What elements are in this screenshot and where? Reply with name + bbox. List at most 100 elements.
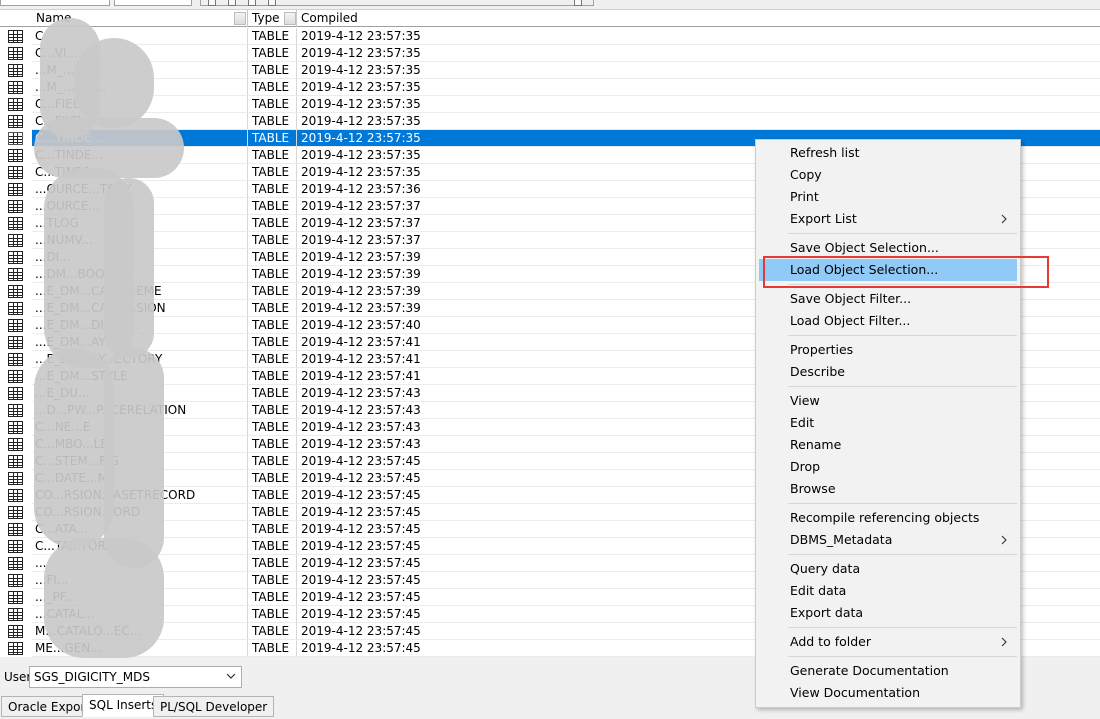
- row-icon-cell: [0, 640, 32, 657]
- object-type: TABLE: [248, 164, 297, 181]
- menu-item-copy[interactable]: Copy: [759, 164, 1017, 186]
- object-type: TABLE: [248, 504, 297, 521]
- column-resize-grip[interactable]: [284, 12, 296, 25]
- table-icon: [8, 149, 23, 162]
- row-icon-cell: [0, 198, 32, 215]
- object-compiled: 2019-4-12 23:57:35: [297, 113, 1100, 130]
- menu-item-recompile-referencing-objects[interactable]: Recompile referencing objects: [759, 507, 1017, 529]
- menu-item-view-documentation[interactable]: View Documentation: [759, 682, 1017, 704]
- column-header-name[interactable]: Name: [32, 10, 248, 27]
- row-icon-cell: [0, 487, 32, 504]
- table-row[interactable]: ...M_...ORY TABLE 2019-4-12 23:57:35: [0, 62, 1100, 79]
- toolbar-button[interactable]: [208, 0, 216, 6]
- menu-item-label: Export data: [790, 605, 864, 620]
- object-name: C: [32, 28, 248, 45]
- table-icon: [8, 268, 23, 281]
- object-name: C...NE...E: [32, 419, 248, 436]
- row-icon-cell: [0, 266, 32, 283]
- menu-item-refresh-list[interactable]: Refresh list: [759, 142, 1017, 164]
- object-name: ...M_...ORY: [32, 62, 248, 79]
- object-type: TABLE: [248, 470, 297, 487]
- menu-item-load-object-selection[interactable]: Load Object Selection...: [759, 259, 1017, 281]
- toolbar-filter-box-2[interactable]: [114, 0, 192, 6]
- table-icon: [8, 608, 23, 621]
- object-type: TABLE: [248, 572, 297, 589]
- menu-item-generate-documentation[interactable]: Generate Documentation: [759, 660, 1017, 682]
- object-type: TABLE: [248, 640, 297, 657]
- object-type: TABLE: [248, 283, 297, 300]
- table-icon: [8, 455, 23, 468]
- user-label: User: [4, 670, 32, 684]
- menu-item-label: Export List: [790, 211, 857, 226]
- table-icon: [8, 336, 23, 349]
- table-icon: [8, 438, 23, 451]
- menu-item-label: View Documentation: [790, 685, 920, 700]
- row-icon-cell: [0, 334, 32, 351]
- menu-item-query-data[interactable]: Query data: [759, 558, 1017, 580]
- row-icon-cell: [0, 572, 32, 589]
- table-icon: [8, 540, 23, 553]
- table-icon: [8, 64, 23, 77]
- row-icon-cell: [0, 521, 32, 538]
- chevron-right-icon: [1001, 637, 1007, 647]
- menu-item-label: Load Object Filter...: [790, 313, 911, 328]
- table-row[interactable]: ...M_...EDI... TABLE 2019-4-12 23:57:35: [0, 79, 1100, 96]
- object-name: M...CATALO...EC...: [32, 623, 248, 640]
- table-row[interactable]: C...VI... TABLE 2019-4-12 23:57:35: [0, 45, 1100, 62]
- object-name: ...CATAL...: [32, 606, 248, 623]
- menu-item-export-list[interactable]: Export List: [759, 208, 1017, 230]
- object-type: TABLE: [248, 96, 297, 113]
- table-icon: [8, 319, 23, 332]
- column-header-compiled[interactable]: Compiled: [297, 10, 1100, 27]
- object-name: C...DATE...ME: [32, 470, 248, 487]
- menu-item-add-to-folder[interactable]: Add to folder: [759, 631, 1017, 653]
- toolbar-button[interactable]: [248, 0, 256, 6]
- user-select[interactable]: SGS_DIGICITY_MDS: [29, 666, 242, 688]
- row-icon-cell: [0, 317, 32, 334]
- table-row[interactable]: C TABLE 2019-4-12 23:57:35: [0, 28, 1100, 45]
- menu-item-dbms-metadata[interactable]: DBMS_Metadata: [759, 529, 1017, 551]
- toolbar-button[interactable]: [574, 0, 582, 6]
- tab-plsql-developer[interactable]: PL/SQL Developer: [153, 696, 275, 717]
- object-type: TABLE: [248, 555, 297, 572]
- menu-item-print[interactable]: Print: [759, 186, 1017, 208]
- table-icon: [8, 30, 23, 43]
- tab-label: Oracle Export: [8, 700, 91, 714]
- toolbar-button-strip: [200, 0, 594, 6]
- row-icon-cell: [0, 113, 32, 130]
- object-name: CO...RSION...ORD: [32, 504, 248, 521]
- toolbar-button[interactable]: [228, 0, 236, 6]
- menu-separator: [788, 284, 1017, 285]
- menu-item-export-data[interactable]: Export data: [759, 602, 1017, 624]
- menu-item-view[interactable]: View: [759, 390, 1017, 412]
- menu-item-label: DBMS_Metadata: [790, 532, 893, 547]
- table-icon: [8, 217, 23, 230]
- object-type: TABLE: [248, 538, 297, 555]
- toolbar-filter-box[interactable]: [0, 0, 110, 6]
- toolbar-button[interactable]: [268, 0, 276, 6]
- object-name: C...VI...: [32, 45, 248, 62]
- table-icon: [8, 506, 23, 519]
- table-icon: [8, 370, 23, 383]
- menu-item-describe[interactable]: Describe: [759, 361, 1017, 383]
- chevron-right-icon: [1001, 535, 1007, 545]
- menu-item-drop[interactable]: Drop: [759, 456, 1017, 478]
- menu-item-save-object-selection[interactable]: Save Object Selection...: [759, 237, 1017, 259]
- menu-item-edit-data[interactable]: Edit data: [759, 580, 1017, 602]
- menu-item-properties[interactable]: Properties: [759, 339, 1017, 361]
- table-row[interactable]: C...FIEL... TABLE 2019-4-12 23:57:35: [0, 96, 1100, 113]
- menu-item-rename[interactable]: Rename: [759, 434, 1017, 456]
- menu-separator: [788, 627, 1017, 628]
- menu-item-edit[interactable]: Edit: [759, 412, 1017, 434]
- table-icon: [8, 625, 23, 638]
- table-icon: [8, 81, 23, 94]
- menu-item-save-object-filter[interactable]: Save Object Filter...: [759, 288, 1017, 310]
- column-resize-grip[interactable]: [234, 12, 246, 25]
- menu-item-load-object-filter[interactable]: Load Object Filter...: [759, 310, 1017, 332]
- table-row[interactable]: C...FILTI... TABLE 2019-4-12 23:57:35: [0, 113, 1100, 130]
- table-icon: [8, 404, 23, 417]
- object-name: ...E_DM...CACH...EME: [32, 283, 248, 300]
- tab-sql-inserts[interactable]: SQL Inserts: [82, 694, 165, 717]
- object-compiled: 2019-4-12 23:57:35: [297, 45, 1100, 62]
- menu-item-browse[interactable]: Browse: [759, 478, 1017, 500]
